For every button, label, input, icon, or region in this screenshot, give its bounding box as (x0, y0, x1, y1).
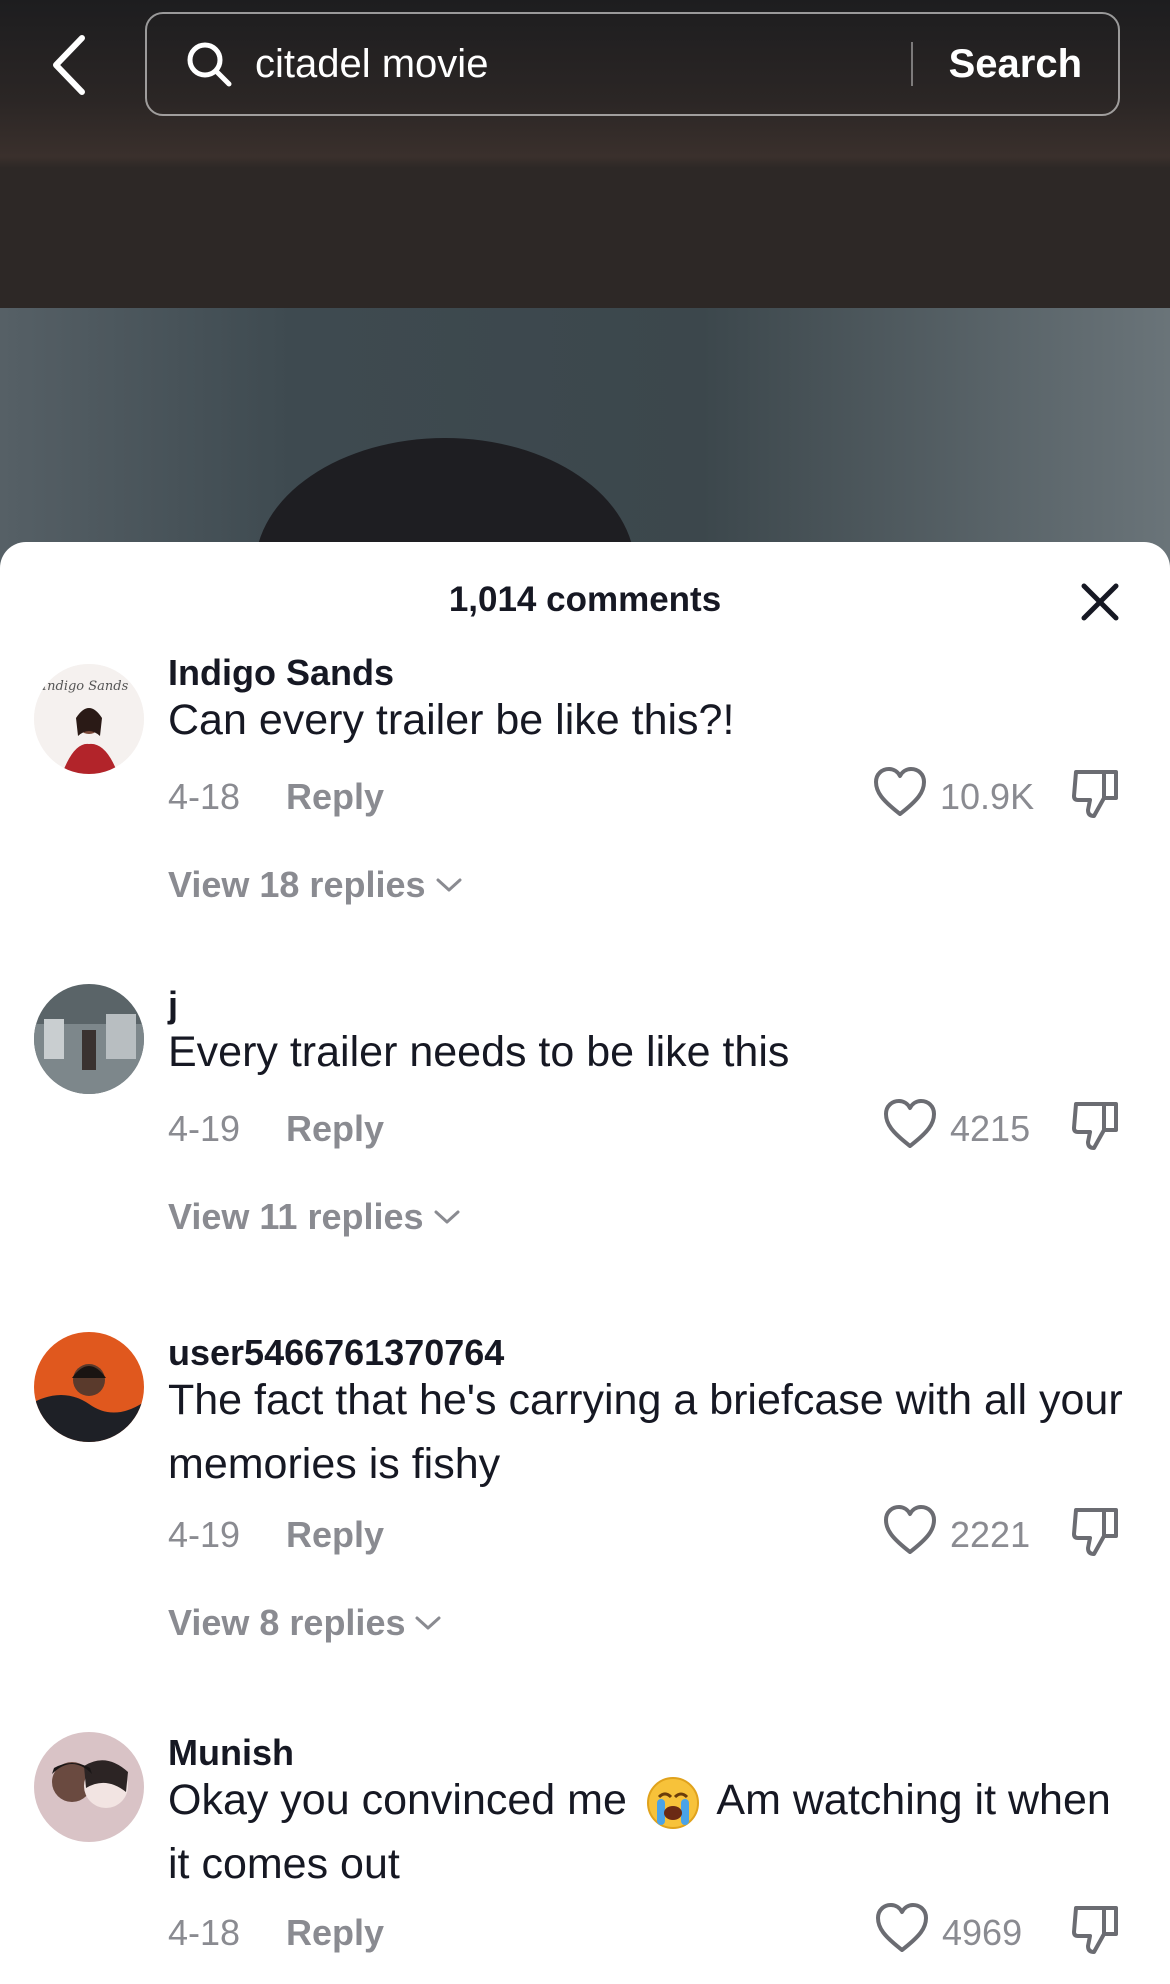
like-count: 10.9K (940, 776, 1035, 817)
loudly-crying-face-icon (646, 1776, 699, 1829)
comment-date: 4-19 (168, 1108, 241, 1149)
comment-item: Indigo Sands Indigo Sands Can every trai… (0, 652, 1170, 905)
search-button[interactable]: Search (913, 42, 1118, 87)
avatar-signature: Indigo Sands (41, 679, 129, 694)
view-replies-label: View 8 replies (168, 1602, 406, 1643)
thumbs-down-icon[interactable] (1070, 1100, 1122, 1152)
avatar[interactable] (34, 1732, 144, 1842)
view-replies-button[interactable]: View 18 replies (168, 864, 464, 906)
chevron-down-icon (434, 1210, 460, 1224)
search-input[interactable]: citadel movie (255, 42, 911, 87)
heart-icon[interactable] (882, 1504, 938, 1556)
close-icon (1081, 583, 1119, 621)
reply-button[interactable]: Reply (286, 1514, 384, 1556)
close-button[interactable] (1076, 578, 1124, 626)
comment-text: Okay you convinced me Am watching it whe… (168, 1768, 1128, 1896)
view-replies-button[interactable]: View 8 replies (168, 1602, 443, 1644)
comments-count-title: 1,014 comments (448, 580, 722, 619)
heart-icon[interactable] (872, 766, 928, 818)
reply-button[interactable]: Reply (286, 1108, 384, 1150)
chevron-left-icon (53, 35, 85, 95)
comment-date: 4-18 (168, 776, 241, 817)
view-replies-button[interactable]: View 11 replies (168, 1196, 462, 1238)
thumbs-down-icon[interactable] (1070, 768, 1122, 820)
avatar[interactable] (34, 1332, 144, 1442)
comment-text: Can every trailer be like this?! (168, 696, 735, 744)
avatar[interactable]: Indigo Sands (34, 664, 144, 774)
chevron-down-icon (415, 1616, 441, 1630)
heart-icon[interactable] (882, 1098, 938, 1150)
reply-button[interactable]: Reply (286, 1912, 384, 1954)
comment-item: j Every trailer needs to be like this 4-… (0, 984, 1170, 1237)
comments-sheet: 1,014 comments Indigo Sands Indigo Sands… (0, 542, 1170, 1984)
view-replies-label: View 18 replies (168, 864, 426, 905)
heart-icon[interactable] (874, 1902, 930, 1954)
like-count: 2221 (950, 1514, 1031, 1555)
comment-item: Munish Okay you convinced me Am watching… (0, 1732, 1170, 1984)
reply-button[interactable]: Reply (286, 776, 384, 818)
search-icon (185, 39, 235, 89)
avatar[interactable] (34, 984, 144, 1094)
comment-text: Every trailer needs to be like this (168, 1028, 790, 1076)
chevron-down-icon (436, 878, 462, 892)
comment-item: user5466761370764 The fact that he's car… (0, 1332, 1170, 1643)
back-button[interactable] (40, 30, 100, 100)
comment-date: 4-18 (168, 1912, 241, 1953)
comment-date: 4-19 (168, 1514, 241, 1555)
thumbs-down-icon[interactable] (1070, 1506, 1122, 1558)
like-count: 4969 (942, 1912, 1023, 1953)
like-count: 4215 (950, 1108, 1031, 1149)
search-bar[interactable]: citadel movie Search (145, 12, 1120, 116)
view-replies-label: View 11 replies (168, 1196, 424, 1237)
comment-text-part: Okay you convinced me (168, 1776, 627, 1824)
thumbs-down-icon[interactable] (1070, 1904, 1122, 1956)
comment-text: The fact that he's carrying a briefcase … (168, 1376, 1123, 1488)
